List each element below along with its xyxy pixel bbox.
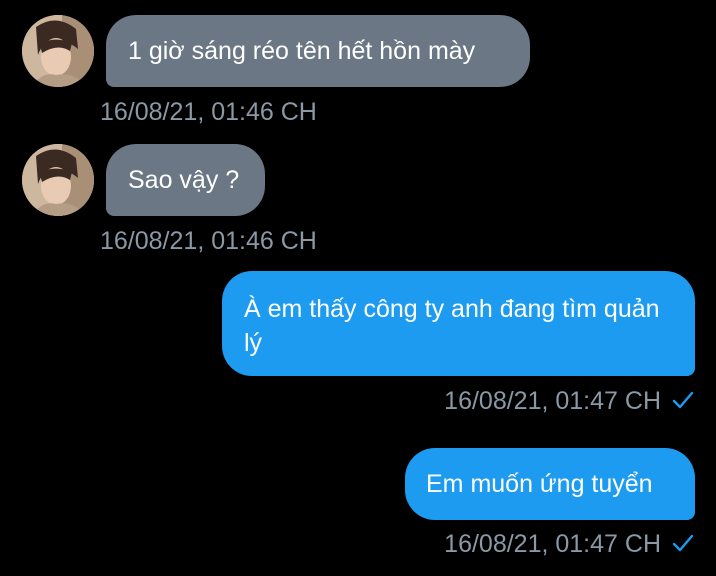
message-text: À em thấy công ty anh đang tìm quản lý — [244, 295, 660, 357]
message-bubble-outgoing[interactable]: À em thấy công ty anh đang tìm quản lý — [222, 271, 695, 376]
message-timestamp: 16/08/21, 01:46 CH — [100, 227, 317, 255]
message-text: Em muốn ứng tuyển — [426, 470, 653, 498]
sender-avatar[interactable] — [22, 15, 94, 87]
message-timestamp-row: 16/08/21, 01:47 CH — [380, 529, 695, 559]
sender-avatar[interactable] — [22, 144, 94, 216]
profile-photo — [22, 144, 94, 216]
message-timestamp: 16/08/21, 01:47 CH — [444, 530, 661, 558]
read-check-icon — [672, 534, 694, 552]
message-timestamp: 16/08/21, 01:46 CH — [100, 98, 317, 126]
message-timestamp: 16/08/21, 01:47 CH — [444, 387, 661, 415]
message-bubble-incoming[interactable]: Sao vậy ? — [106, 144, 265, 216]
profile-photo — [22, 15, 94, 87]
message-text: 1 giờ sáng réo tên hết hồn mày — [128, 37, 476, 65]
message-timestamp-row: 16/08/21, 01:47 CH — [380, 386, 695, 416]
read-check-icon — [672, 391, 694, 409]
message-text: Sao vậy ? — [128, 166, 240, 194]
message-bubble-outgoing[interactable]: Em muốn ứng tuyển — [405, 448, 695, 520]
message-bubble-incoming[interactable]: 1 giờ sáng réo tên hết hồn mày — [106, 15, 530, 87]
